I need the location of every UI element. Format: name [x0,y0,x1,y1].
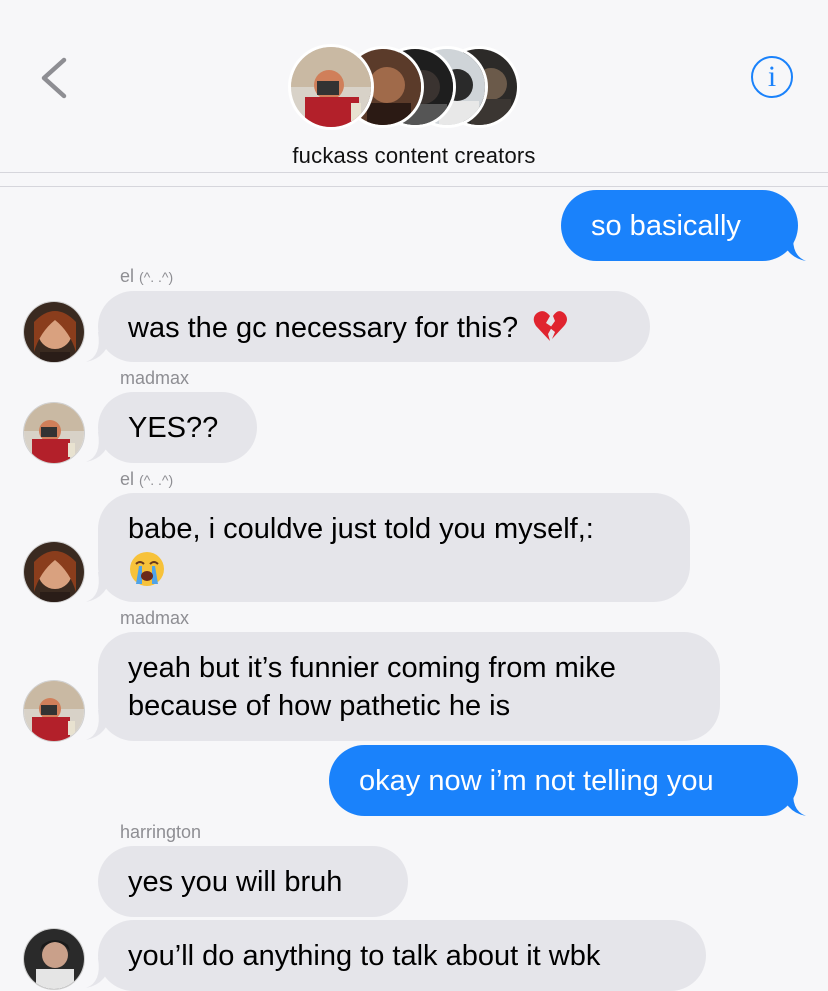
message-text: babe, i couldve just told you myself,: [128,513,594,545]
message-text: yes you will bruh [128,866,343,898]
loudly-crying-emoji [130,552,164,586]
bubble-tail [780,786,806,816]
incoming-message-bubble[interactable]: was the gc necessary for this? [98,291,650,362]
bubble-tail [780,231,806,261]
sender-name: el (^. .^) [120,469,174,489]
avatar[interactable] [23,402,85,464]
info-icon[interactable]: i [751,56,793,98]
conversation-header: i fuckass content creators [0,0,828,172]
group-member-avatar [288,44,374,130]
group-avatar-stack[interactable] [288,44,528,132]
avatar[interactable] [23,928,85,990]
message-text: YES?? [128,412,219,444]
avatar[interactable] [23,680,85,742]
sender-name-suffix: (^. .^) [139,269,174,285]
incoming-message-bubble[interactable]: you’ll do anything to talk about it wbk [98,920,706,991]
message-text: you’ll do anything to talk about it wbk [128,940,601,972]
message-text-line2: because of how pathetic he is [128,690,511,722]
message-text: yeah but it’s funnier coming from mike [128,652,616,684]
outgoing-message-bubble[interactable]: so basically [561,190,798,261]
sender-name: madmax [120,608,190,628]
outgoing-message-bubble[interactable]: okay now i’m not telling you [329,745,798,816]
header-divider [0,172,828,173]
incoming-message-bubble[interactable]: yes you will bruh [98,846,408,917]
group-title[interactable]: fuckass content creators [0,143,828,169]
sender-name-suffix: (^. .^) [139,472,174,488]
sender-name: madmax [120,368,190,388]
message-text: was the gc necessary for this? [128,312,519,344]
message-text: so basically [591,210,741,242]
chevron-left-icon[interactable] [36,54,72,102]
header-divider-lower [0,186,828,187]
incoming-message-bubble[interactable]: babe, i couldve just told you myself,: [98,493,690,602]
avatar[interactable] [23,301,85,363]
message-text: okay now i’m not telling you [359,765,714,797]
incoming-message-bubble[interactable]: yeah but it’s funnier coming from mike b… [98,632,720,741]
sender-name: el (^. .^) [120,266,174,286]
incoming-message-bubble[interactable]: YES?? [98,392,257,463]
avatar[interactable] [23,541,85,603]
sender-name: harrington [120,822,202,842]
broken-heart-emoji [533,311,568,341]
